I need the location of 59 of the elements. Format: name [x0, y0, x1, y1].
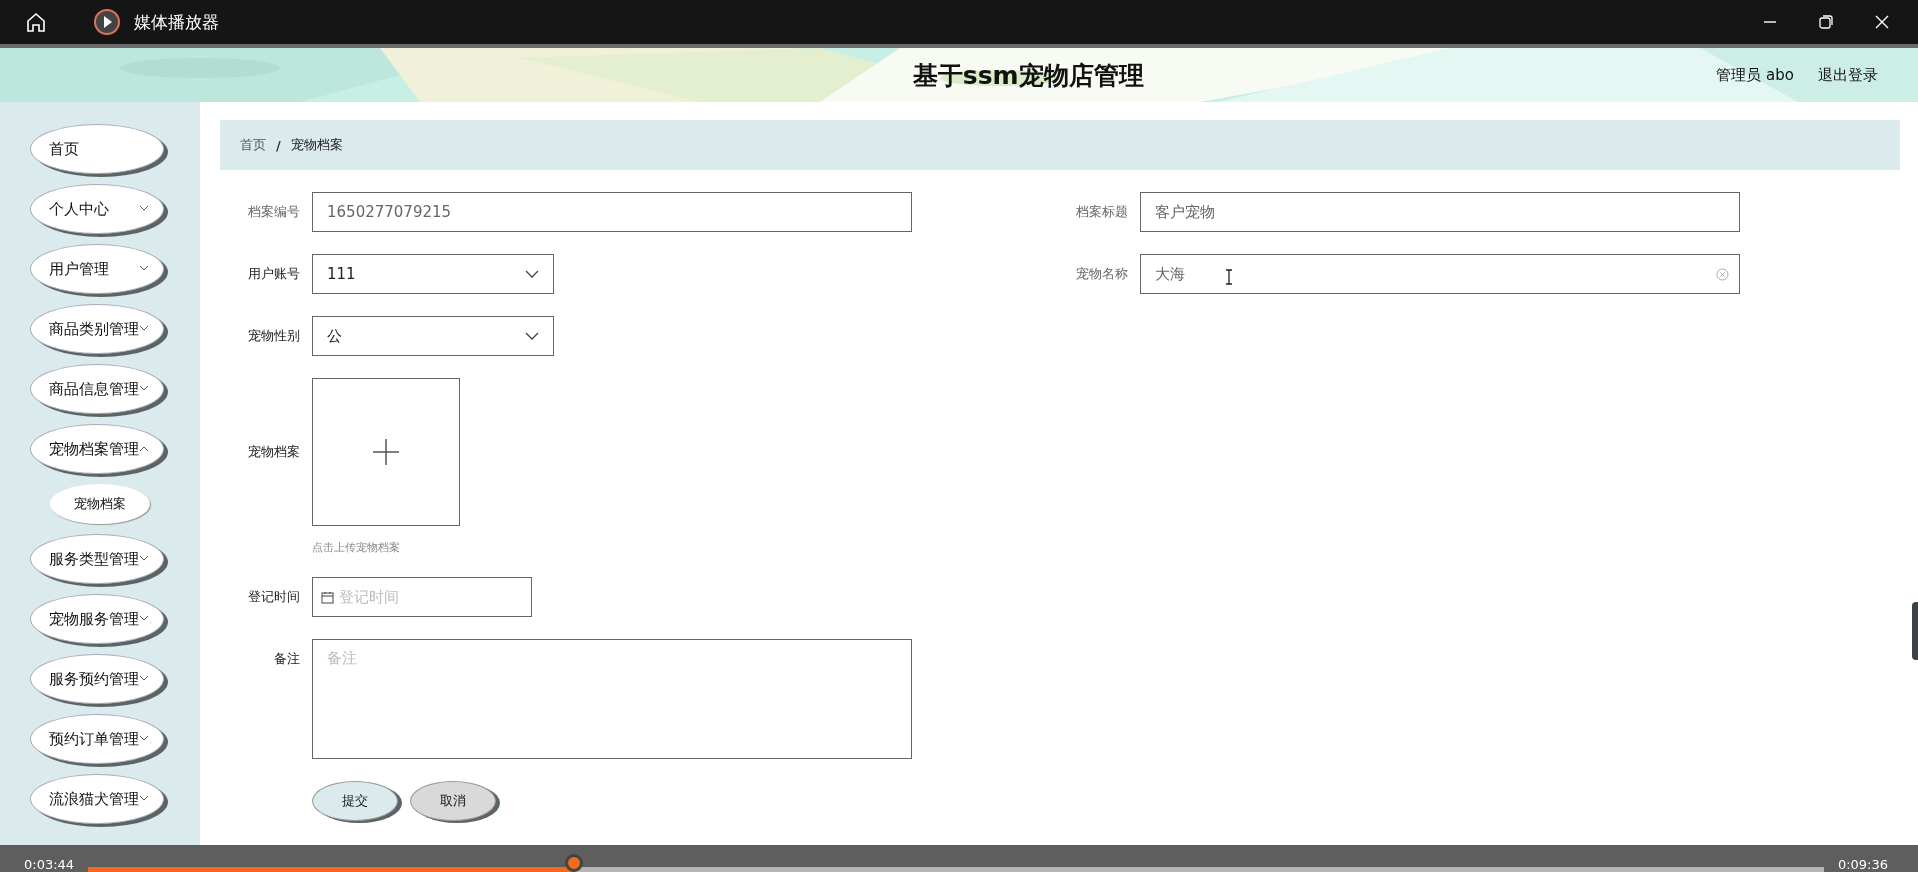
menu-item[interactable]: 用户管理	[30, 244, 164, 294]
chevron-down-icon	[525, 331, 539, 341]
upload-hint: 点击上传宠物档案	[312, 540, 401, 555]
field-label: 档案编号	[247, 203, 301, 221]
text-cursor-icon	[1225, 269, 1233, 285]
chevron-icon	[139, 555, 149, 562]
chevron-icon	[139, 325, 149, 332]
chevron-icon	[139, 265, 149, 272]
chevron-icon	[139, 385, 149, 392]
window-title: 媒体播放器	[134, 10, 219, 34]
calendar-icon	[321, 590, 334, 604]
site-title: 基于ssm宠物店管理	[911, 59, 1144, 92]
menu-item[interactable]: 个人中心	[30, 184, 164, 234]
menu-item[interactable]: 预约订单管理	[30, 714, 164, 764]
seek-thumb[interactable]	[565, 854, 584, 872]
text-field[interactable]: 大海	[1140, 254, 1740, 294]
menu-item[interactable]: 服务类型管理	[30, 534, 164, 584]
cancel-button[interactable]: 取消	[410, 781, 496, 821]
text-field[interactable]: 客户宠物	[1140, 192, 1740, 232]
menu-item[interactable]: 宠物档案管理	[30, 424, 164, 474]
menu-item[interactable]: 商品信息管理	[30, 364, 164, 414]
breadcrumb-separator: /	[276, 137, 281, 153]
play-logo-icon	[94, 9, 120, 35]
field-label: 档案标题	[1075, 203, 1129, 221]
chevron-icon	[139, 735, 149, 742]
text-field[interactable]: 1650277079215	[312, 192, 912, 232]
upload-box[interactable]	[312, 378, 460, 526]
select-field[interactable]: 111	[312, 254, 554, 294]
chevron-icon	[139, 205, 149, 212]
chevron-down-icon	[525, 269, 539, 279]
menu-item[interactable]: 商品类别管理	[30, 304, 164, 354]
chevron-icon	[139, 445, 149, 452]
field-label: 宠物档案	[247, 443, 301, 461]
home-icon	[25, 11, 47, 33]
field-label: 宠物性别	[247, 327, 301, 345]
field-label: 用户账号	[247, 265, 301, 283]
breadcrumb-link[interactable]: 宠物档案	[290, 136, 343, 154]
close-icon	[1875, 15, 1889, 29]
restore-icon	[1819, 15, 1833, 29]
plus-icon	[373, 439, 399, 465]
breadcrumb-link[interactable]: 首页	[240, 136, 266, 154]
field-label: 备注	[273, 650, 301, 668]
submit-button[interactable]: 提交	[312, 781, 398, 821]
menu-item[interactable]: 宠物服务管理	[30, 594, 164, 644]
elapsed-time: 0:03:44	[24, 858, 75, 872]
submenu-item[interactable]: 宠物档案	[50, 484, 150, 524]
user-name: 管理员 abo	[1716, 65, 1794, 85]
chevron-icon	[139, 795, 149, 802]
duration-time: 0:09:36	[1837, 858, 1888, 872]
menu-item[interactable]: 首页	[30, 124, 164, 174]
menu-item[interactable]: 服务预约管理	[30, 654, 164, 704]
select-field[interactable]: 公	[312, 316, 554, 356]
field-label: 宠物名称	[1075, 265, 1129, 283]
chevron-icon	[139, 615, 149, 622]
logout-link[interactable]: 退出登录	[1818, 65, 1878, 85]
chevron-icon	[139, 675, 149, 682]
field-label: 登记时间	[247, 588, 301, 606]
menu-item[interactable]: 流浪猫犬管理	[30, 774, 164, 824]
side-handle[interactable]	[1912, 602, 1918, 660]
